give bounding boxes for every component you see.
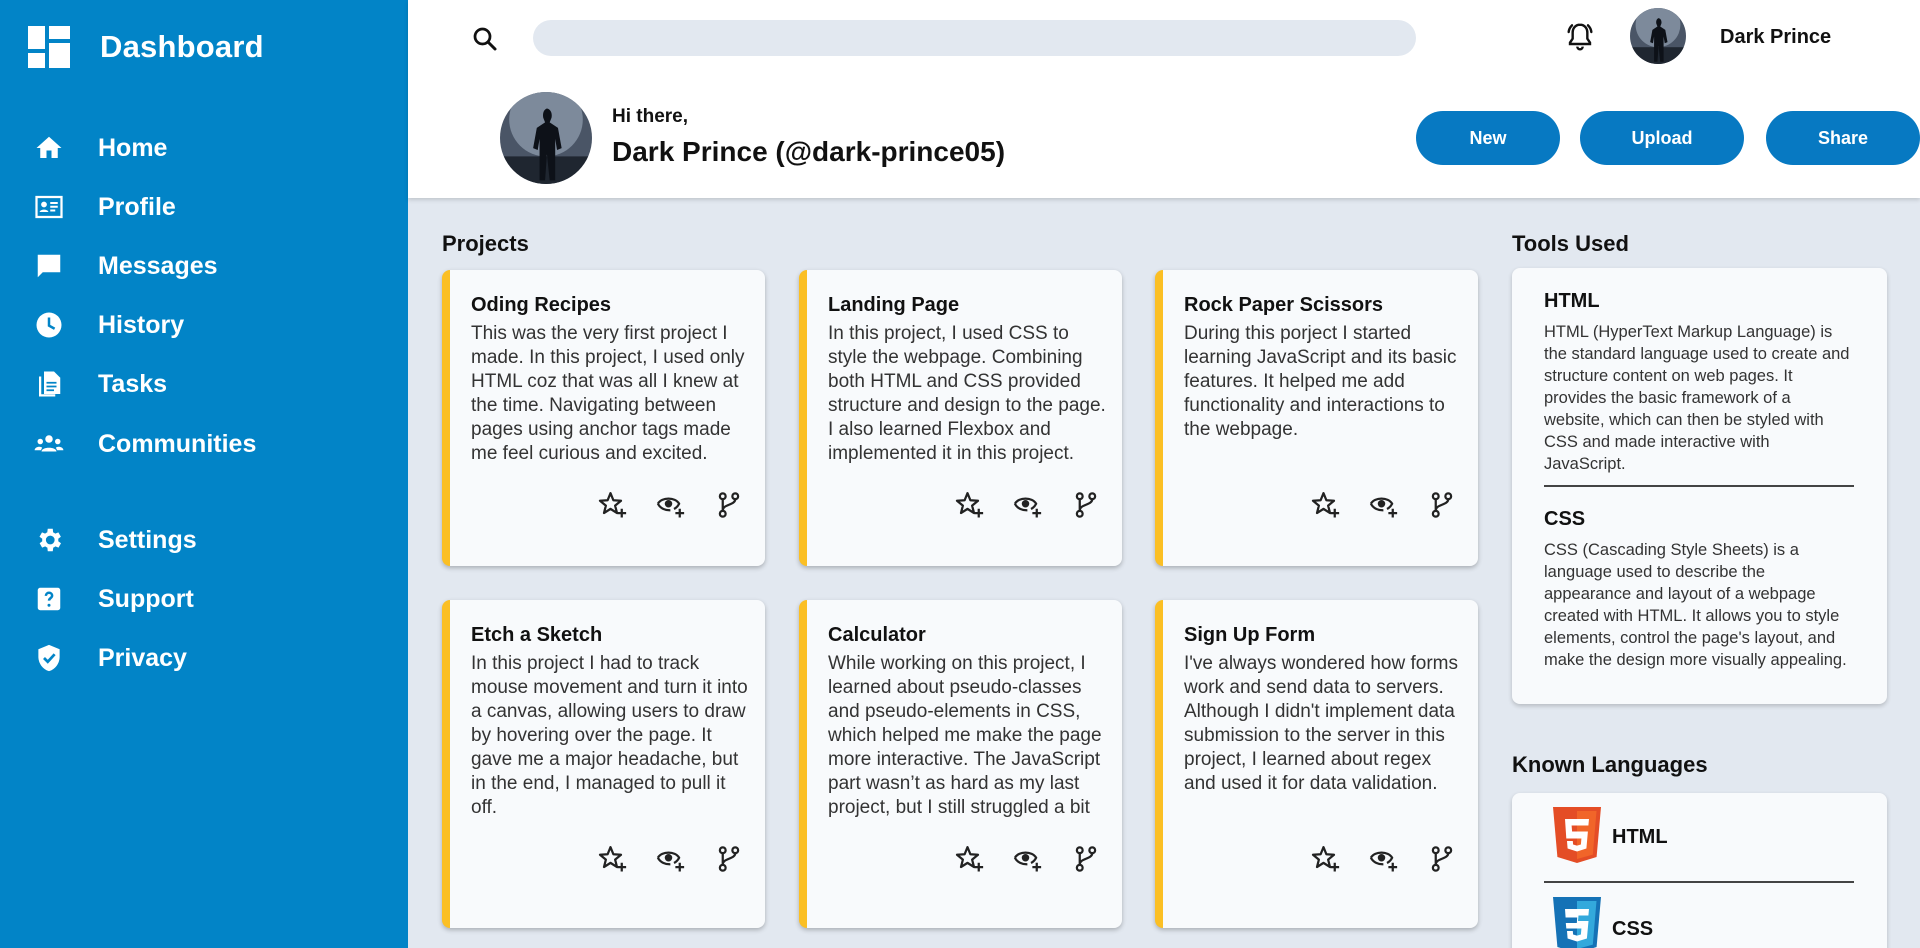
eye-add-icon[interactable] <box>1369 490 1399 520</box>
eye-add-icon[interactable] <box>656 844 686 874</box>
share-button[interactable]: Share <box>1766 111 1920 165</box>
sidebar-item-label: History <box>98 310 185 339</box>
project-title: Etch a Sketch <box>471 624 603 646</box>
sidebar-item-home[interactable]: Home <box>34 133 167 163</box>
id-card-icon <box>35 195 63 219</box>
sidebar: Dashboard Home Profile Messages History … <box>0 0 408 948</box>
shield-icon <box>38 644 60 672</box>
header: Dark Prince Hi there, Dark Prince (@dark… <box>408 0 1920 198</box>
tool-description: CSS (Cascading Style Sheets) is a langua… <box>1544 541 1847 669</box>
username[interactable]: Dark Prince <box>1720 26 1831 49</box>
star-add-icon[interactable] <box>955 490 985 520</box>
project-title: Oding Recipes <box>471 294 612 316</box>
tool-description: HTML (HyperText Markup Language) is the … <box>1544 323 1850 473</box>
languages-panel: HTML CSS <box>1512 793 1887 948</box>
sidebar-item-communities[interactable]: Communities <box>34 429 256 459</box>
profile-name: Dark Prince (@dark-prince05) <box>612 136 1006 167</box>
sidebar-item-privacy[interactable]: Privacy <box>34 643 187 673</box>
project-title: Calculator <box>828 624 926 646</box>
profile-avatar <box>500 92 592 184</box>
languages-title: Known Languages <box>1512 752 1708 777</box>
sidebar-item-history[interactable]: History <box>34 310 184 340</box>
tools-title: Tools Used <box>1512 231 1629 256</box>
tool-name: HTML <box>1544 290 1600 312</box>
clock-icon <box>36 312 62 338</box>
divider <box>1544 485 1854 487</box>
project-title: Landing Page <box>828 294 960 316</box>
star-add-icon[interactable] <box>598 490 628 520</box>
fork-icon[interactable] <box>1427 844 1457 874</box>
fork-icon[interactable] <box>1071 490 1101 520</box>
sidebar-item-label: Home <box>98 133 168 162</box>
project-description: I've always wondered how forms work and … <box>1184 653 1458 794</box>
css3-icon <box>1553 897 1601 948</box>
project-description: This was the very first project I made. … <box>471 323 745 464</box>
help-icon <box>37 587 61 611</box>
sidebar-item-tasks[interactable]: Tasks <box>34 369 167 399</box>
project-card: Calculator While working on this project… <box>799 600 1122 928</box>
eye-add-icon[interactable] <box>656 490 686 520</box>
eye-add-icon[interactable] <box>1013 844 1043 874</box>
sidebar-item-settings[interactable]: Settings <box>34 525 197 555</box>
gear-icon <box>39 528 62 552</box>
project-card: Landing Page In this project, I used CSS… <box>799 270 1122 566</box>
search-icon[interactable] <box>470 24 500 54</box>
new-button[interactable]: New <box>1416 111 1560 165</box>
language-name: CSS <box>1612 918 1654 940</box>
search-input[interactable] <box>533 20 1416 56</box>
avatar[interactable] <box>1630 8 1686 64</box>
project-title: Rock Paper Scissors <box>1184 294 1383 316</box>
fork-icon[interactable] <box>1427 490 1457 520</box>
fork-icon[interactable] <box>714 490 744 520</box>
eye-add-icon[interactable] <box>1013 490 1043 520</box>
eye-add-icon[interactable] <box>1369 844 1399 874</box>
sidebar-brand[interactable]: Dashboard <box>28 26 264 68</box>
star-add-icon[interactable] <box>1311 844 1341 874</box>
sidebar-item-messages[interactable]: Messages <box>34 251 218 281</box>
sidebar-item-label: Tasks <box>98 369 168 398</box>
project-card: Sign Up Form I've always wondered how fo… <box>1155 600 1478 928</box>
sidebar-item-label: Support <box>98 584 194 613</box>
upload-button[interactable]: Upload <box>1580 111 1744 165</box>
sidebar-item-label: Messages <box>98 251 218 280</box>
tool-name: CSS <box>1544 508 1586 530</box>
bell-ring-icon[interactable] <box>1564 20 1596 52</box>
sidebar-item-label: Privacy <box>98 643 187 672</box>
home-icon <box>36 136 62 158</box>
fork-icon[interactable] <box>714 844 744 874</box>
html5-icon <box>1553 807 1601 863</box>
fork-icon[interactable] <box>1071 844 1101 874</box>
project-description: During this porject I started learning J… <box>1184 323 1457 440</box>
tools-panel: HTML HTML (HyperText Markup Language) is… <box>1512 268 1887 704</box>
project-card: Oding Recipes This was the very first pr… <box>442 270 765 566</box>
star-add-icon[interactable] <box>598 844 628 874</box>
language-name: HTML <box>1612 826 1668 848</box>
sidebar-item-label: Communities <box>98 429 257 458</box>
sidebar-item-support[interactable]: Support <box>34 584 194 614</box>
sidebar-title: Dashboard <box>100 29 264 64</box>
project-description: While working on this project, I learned… <box>828 653 1102 818</box>
project-description: In this project I had to track mouse mov… <box>471 653 748 818</box>
star-add-icon[interactable] <box>955 844 985 874</box>
project-title: Sign Up Form <box>1184 624 1316 646</box>
project-card: Rock Paper Scissors During this porject … <box>1155 270 1478 566</box>
projects-title: Projects <box>442 231 529 256</box>
project-card: Etch a Sketch In this project I had to t… <box>442 600 765 928</box>
message-icon <box>37 254 61 278</box>
divider <box>1544 881 1854 883</box>
file-icon <box>39 371 61 397</box>
sidebar-item-profile[interactable]: Profile <box>34 192 176 222</box>
people-icon <box>34 435 64 452</box>
sidebar-item-label: Profile <box>98 192 176 221</box>
greeting: Hi there, <box>612 106 689 127</box>
star-add-icon[interactable] <box>1311 490 1341 520</box>
dashboard-icon <box>28 26 70 68</box>
project-description: In this project, I used CSS to style the… <box>828 323 1106 464</box>
sidebar-item-label: Settings <box>98 525 197 554</box>
